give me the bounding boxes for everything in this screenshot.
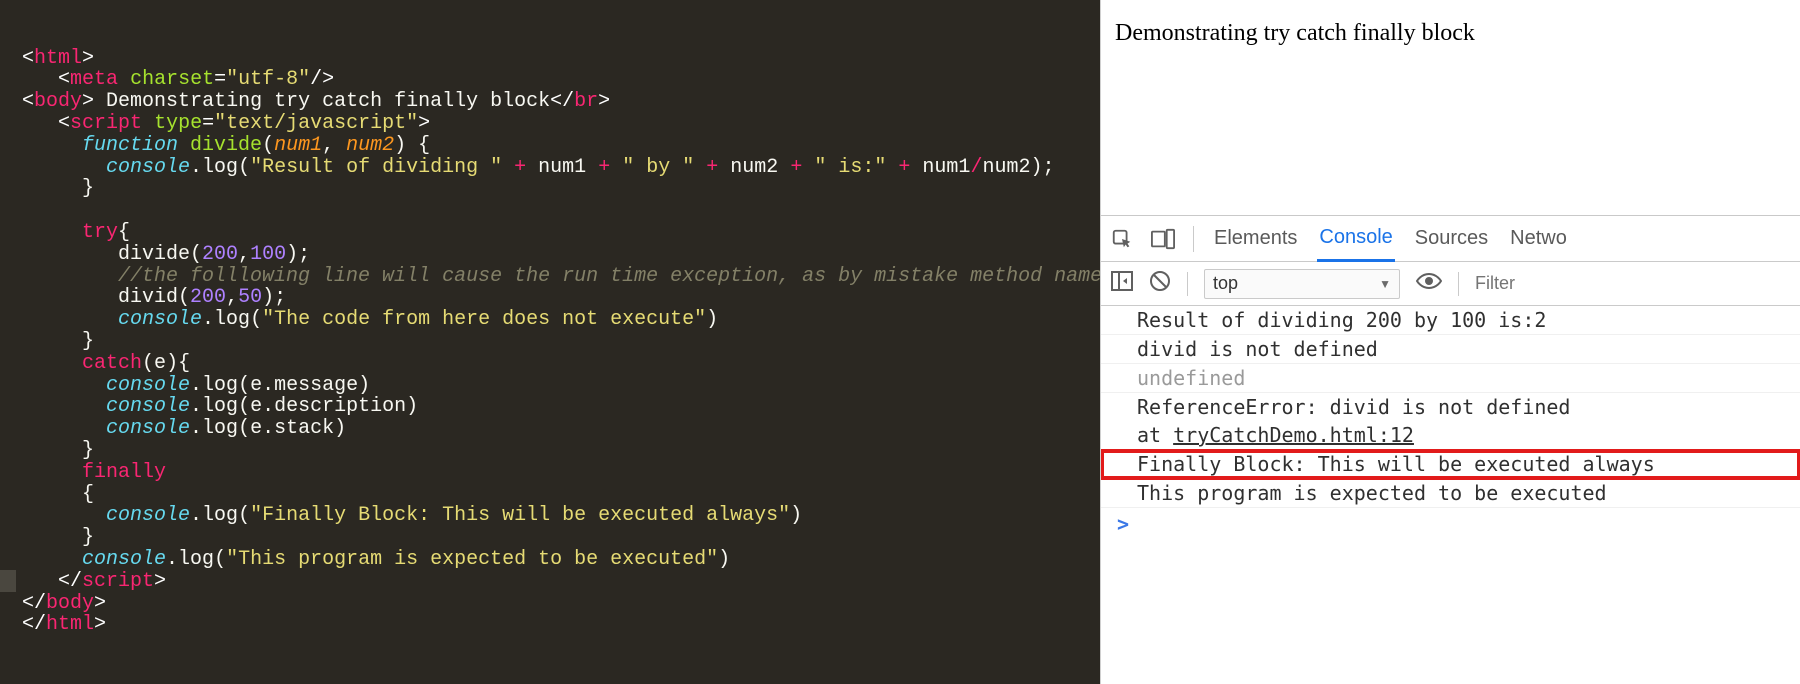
code-editor[interactable]: <html> <meta charset="utf-8"/> <body> De… [0, 0, 1100, 684]
tab-network[interactable]: Netwo [1508, 217, 1569, 260]
console-output[interactable]: Result of dividing 200 by 100 is:2 divid… [1101, 306, 1800, 684]
console-line-error: ReferenceError: divid is not defined at … [1101, 393, 1800, 450]
tab-sources[interactable]: Sources [1413, 217, 1490, 260]
page-heading: Demonstrating try catch finally block [1115, 20, 1475, 46]
browser-pane: Demonstrating try catch finally block El… [1100, 0, 1800, 684]
stack-location-link[interactable]: tryCatchDemo.html:12 [1173, 423, 1414, 447]
sidebar-toggle-icon[interactable] [1111, 271, 1133, 296]
toolbar-separator [1458, 272, 1459, 296]
gutter-marker [0, 570, 16, 592]
context-select[interactable]: top ▼ [1204, 269, 1400, 299]
console-toolbar: top ▼ [1101, 262, 1800, 306]
console-line: Result of dividing 200 by 100 is:2 [1101, 306, 1800, 335]
toolbar-separator [1187, 272, 1188, 296]
device-toggle-icon[interactable] [1151, 228, 1175, 250]
console-line-highlight: Finally Block: This will be executed alw… [1101, 450, 1800, 479]
tab-console[interactable]: Console [1317, 216, 1394, 262]
console-filter-input[interactable] [1475, 273, 1575, 294]
chevron-down-icon: ▼ [1379, 277, 1391, 291]
console-line: divid is not defined [1101, 335, 1800, 364]
context-value: top [1213, 273, 1238, 294]
console-line: undefined [1101, 364, 1800, 393]
console-line: This program is expected to be executed [1101, 479, 1800, 508]
devtools-tabbar: Elements Console Sources Netwo [1101, 216, 1800, 262]
clear-console-icon[interactable] [1149, 270, 1171, 297]
tab-elements[interactable]: Elements [1212, 217, 1299, 260]
eye-icon[interactable] [1416, 272, 1442, 295]
inspect-icon[interactable] [1111, 228, 1133, 250]
console-prompt[interactable]: > [1101, 508, 1800, 538]
rendered-page: Demonstrating try catch finally block [1101, 0, 1800, 216]
toolbar-separator [1193, 226, 1194, 252]
